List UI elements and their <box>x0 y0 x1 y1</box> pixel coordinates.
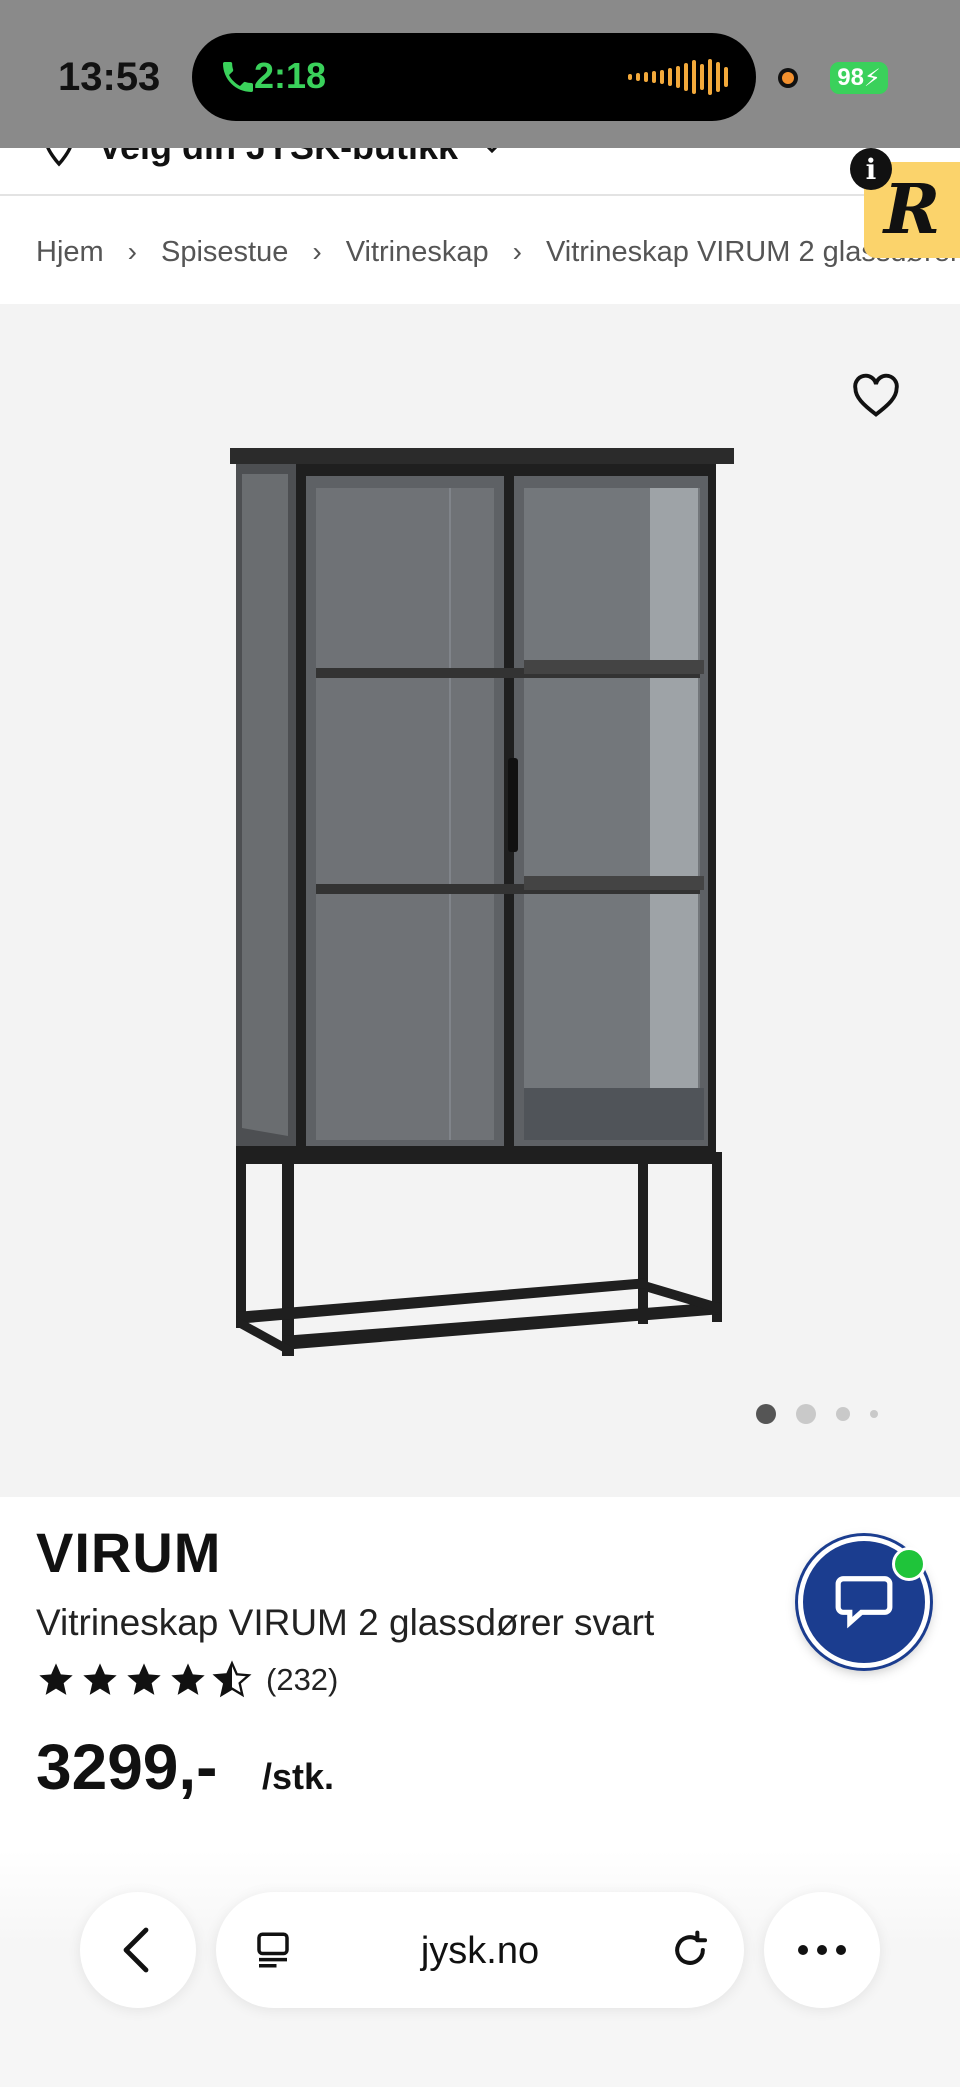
call-duration: 2:18 <box>254 55 327 96</box>
breadcrumb-item-dining[interactable]: Spisestue <box>161 236 288 269</box>
back-button[interactable] <box>80 1892 196 2008</box>
star-icon <box>171 1663 205 1695</box>
pagination-dot[interactable] <box>836 1407 850 1421</box>
star-icon <box>83 1663 117 1695</box>
chevron-right-icon: › <box>512 236 522 267</box>
rating-stars <box>36 1660 252 1700</box>
more-dots-icon <box>798 1945 846 1955</box>
heart-icon[interactable] <box>850 370 902 422</box>
pagination-dot[interactable] <box>796 1404 816 1424</box>
price-unit: /stk. <box>262 1756 335 1797</box>
product-image <box>230 448 734 1356</box>
star-icon <box>39 1663 73 1695</box>
star-icon <box>127 1663 161 1695</box>
more-options-button[interactable] <box>764 1892 880 2008</box>
online-status-dot <box>892 1547 926 1581</box>
pagination-dot[interactable] <box>870 1410 878 1418</box>
store-selector-label[interactable]: Velg din JYSK-butikk <box>98 148 458 168</box>
recording-indicator <box>778 68 798 88</box>
phone-icon <box>223 62 253 92</box>
store-selector-bar[interactable]: Velg din JYSK-butikk <box>0 148 960 196</box>
product-price: 3299,- <box>36 1731 218 1803</box>
dynamic-island[interactable]: 2:18 <box>192 33 756 121</box>
battery-indicator: 98 ⚡ <box>830 62 888 94</box>
breadcrumb-item-cabinets[interactable]: Vitrineskap <box>346 236 489 269</box>
breadcrumb-item-home[interactable]: Hjem <box>36 236 104 269</box>
rating-count[interactable]: (232) <box>266 1662 338 1698</box>
product-name: Vitrineskap VIRUM 2 glassdører svart <box>36 1602 655 1643</box>
product-brand: VIRUM <box>36 1521 222 1584</box>
status-time: 13:53 <box>58 55 161 99</box>
chevron-left-icon <box>123 1927 149 1973</box>
audio-wave-icon <box>628 59 728 95</box>
url-text[interactable]: jysk.no <box>216 1930 744 1973</box>
breadcrumb: Hjem › Spisestue › Vitrineskap › Vitrine… <box>36 232 960 272</box>
chevron-right-icon: › <box>127 236 137 267</box>
info-icon[interactable]: i <box>850 148 892 190</box>
product-rating[interactable]: (232) <box>36 1660 338 1700</box>
chat-bubble-icon <box>835 1576 893 1629</box>
status-bar: 13:53 2:18 98 ⚡ <box>0 0 960 148</box>
address-bar[interactable]: jysk.no <box>216 1892 744 2008</box>
gallery-pagination[interactable] <box>756 1404 878 1424</box>
star-half-icon <box>212 1660 252 1698</box>
chevron-down-icon <box>486 148 498 154</box>
reload-icon[interactable] <box>668 1928 712 1972</box>
location-pin-icon <box>46 148 72 167</box>
chevron-right-icon: › <box>312 236 322 267</box>
pagination-dot-active[interactable] <box>756 1404 776 1424</box>
